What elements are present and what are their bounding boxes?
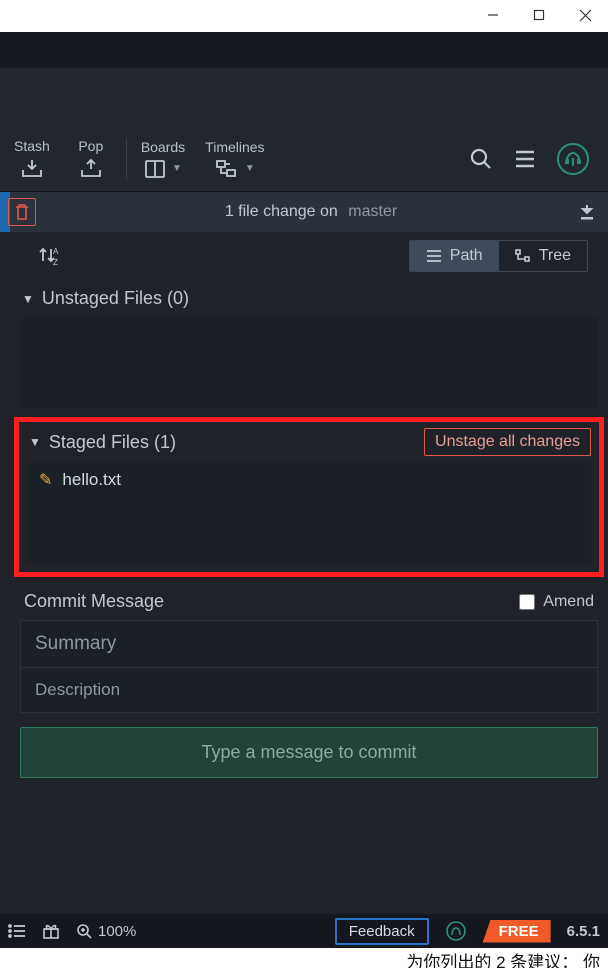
staged-file-list: ✎ hello.txt xyxy=(27,462,591,564)
stash-icon xyxy=(19,158,45,180)
minimize-button[interactable] xyxy=(470,0,516,30)
tree-view-button[interactable]: Tree xyxy=(499,241,587,271)
feedback-button[interactable]: Feedback xyxy=(335,918,429,945)
list-icon[interactable] xyxy=(8,923,26,939)
timelines-label: Timelines xyxy=(205,139,264,155)
svg-text:A: A xyxy=(53,247,59,256)
stash-label: Stash xyxy=(14,138,50,154)
unstaged-file-list xyxy=(20,317,598,409)
file-row[interactable]: ✎ hello.txt xyxy=(27,462,591,498)
zoom-control[interactable]: 100% xyxy=(76,923,136,940)
amend-input[interactable] xyxy=(519,594,535,610)
staged-header[interactable]: ▼ Staged Files (1) xyxy=(27,430,178,455)
kraken-status-icon[interactable] xyxy=(445,920,467,942)
header-spacer xyxy=(0,32,608,68)
free-badge: FREE xyxy=(483,920,551,943)
gift-icon[interactable] xyxy=(42,922,60,940)
discard-button[interactable] xyxy=(8,198,36,226)
boards-icon xyxy=(144,159,166,179)
clipped-overlay: 为你列出的 2 条建议： 你 xyxy=(0,948,608,968)
boards-dropdown[interactable]: Boards ▼ xyxy=(135,139,191,179)
chevron-down-icon: ▼ xyxy=(245,163,255,174)
unstage-all-button[interactable]: Unstage all changes xyxy=(424,428,591,456)
timelines-icon xyxy=(215,159,239,179)
svg-text:Z: Z xyxy=(53,258,58,267)
pop-label: Pop xyxy=(78,138,103,154)
maximize-button[interactable] xyxy=(516,0,562,30)
collapse-icon: ▼ xyxy=(22,292,34,306)
amend-checkbox[interactable]: Amend xyxy=(519,593,594,611)
modified-icon: ✎ xyxy=(39,470,52,490)
boards-label: Boards xyxy=(141,139,185,155)
stage-all-icon[interactable] xyxy=(578,203,596,221)
search-icon[interactable] xyxy=(468,146,494,172)
branch-name: master xyxy=(348,203,397,220)
stash-button[interactable]: Stash xyxy=(0,126,64,191)
pop-button[interactable]: Pop xyxy=(64,126,118,191)
commit-box: Summary Description xyxy=(20,620,598,713)
file-name: hello.txt xyxy=(62,470,121,490)
status-bar: 100% Feedback FREE 6.5.1 xyxy=(0,914,608,948)
commit-button[interactable]: Type a message to commit xyxy=(20,727,598,778)
timelines-dropdown[interactable]: Timelines ▼ xyxy=(199,139,270,179)
view-toggle-row: A Z Path Tree xyxy=(20,232,598,280)
toolbar: Stash Pop Boards xyxy=(0,126,608,192)
version-label: 6.5.1 xyxy=(567,923,600,940)
file-change-text: 1 file change on master xyxy=(44,203,578,221)
chevron-down-icon: ▼ xyxy=(172,163,182,174)
menu-icon[interactable] xyxy=(512,146,538,172)
toolbar-separator xyxy=(126,139,127,179)
staged-highlight: ▼ Staged Files (1) Unstage all changes ✎… xyxy=(14,417,604,577)
file-change-bar: 1 file change on master xyxy=(0,192,608,232)
path-view-button[interactable]: Path xyxy=(410,241,499,271)
sort-button[interactable]: A Z xyxy=(30,241,68,271)
pop-icon xyxy=(78,158,104,180)
window-titlebar xyxy=(0,0,608,32)
commit-header: Commit Message Amend xyxy=(20,583,598,620)
right-panel: A Z Path Tree ▼ Unstaged Files (0) ▼ Sta… xyxy=(0,232,608,914)
description-input[interactable]: Description xyxy=(21,668,597,712)
kraken-logo-icon[interactable] xyxy=(556,142,590,176)
commit-title: Commit Message xyxy=(24,591,164,612)
unstaged-header[interactable]: ▼ Unstaged Files (0) xyxy=(20,280,598,317)
close-button[interactable] xyxy=(562,0,608,30)
collapse-icon: ▼ xyxy=(29,435,41,449)
tabbar-area xyxy=(0,68,608,126)
summary-input[interactable]: Summary xyxy=(21,621,597,668)
view-toggle: Path Tree xyxy=(409,240,588,272)
